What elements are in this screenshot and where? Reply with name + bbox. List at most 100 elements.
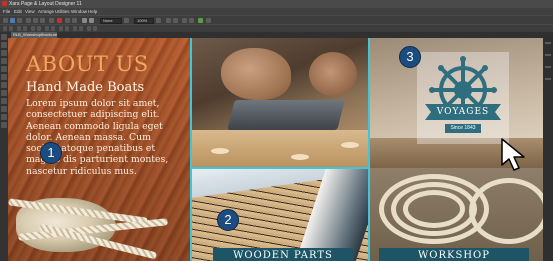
preview-icon[interactable] (198, 18, 203, 23)
logo-name: VOYAGES (436, 107, 490, 117)
gallery-tab[interactable] (545, 54, 551, 56)
workshop-caption[interactable]: WORKSHOP (379, 248, 529, 261)
workshop-label: WORKSHOP (418, 250, 490, 261)
rope-coil (469, 178, 543, 244)
gallery-tab[interactable] (545, 78, 551, 80)
body-line: consectetuer adipiscing elit. (26, 109, 160, 121)
callout-number: 2 (224, 212, 232, 227)
freehand-tool-icon[interactable] (1, 50, 7, 56)
width-icon[interactable] (87, 26, 91, 31)
transparency-tool-icon[interactable] (1, 90, 7, 96)
undo-icon[interactable] (82, 18, 87, 23)
gallery-tab[interactable] (545, 66, 551, 68)
height-icon[interactable] (93, 26, 97, 31)
zoom-in-icon[interactable] (166, 18, 171, 23)
bring-front-icon[interactable] (31, 26, 35, 31)
about-panel[interactable]: ABOUT US Hand Made Boats Lorem ipsum dol… (8, 38, 191, 261)
wooden-parts-caption[interactable]: WOODEN PARTS (213, 248, 353, 261)
menu-file[interactable]: File (3, 8, 10, 15)
copy-icon[interactable] (65, 18, 70, 23)
body-line: nascetur ridiculus mus. (26, 165, 137, 177)
redo-icon[interactable] (89, 18, 94, 23)
about-subheading[interactable]: Hand Made Boats (26, 80, 144, 95)
about-heading[interactable]: ABOUT US (26, 52, 149, 76)
fill-tool-icon[interactable] (1, 82, 7, 88)
node-tool-icon[interactable] (1, 42, 7, 48)
menu-arrange[interactable]: Arrange (38, 8, 54, 15)
flip-v-icon[interactable] (23, 26, 27, 31)
callout-badge: 3 (399, 46, 421, 68)
rope-coil-photo[interactable]: WORKSHOP (369, 168, 543, 261)
wood-shaving (341, 142, 359, 148)
wood-shaving (291, 154, 309, 160)
menu-edit[interactable]: Edit (14, 8, 22, 15)
planing-photo[interactable] (191, 38, 369, 168)
y-position-icon[interactable] (79, 26, 83, 31)
right-hand (309, 52, 357, 96)
selector-tool-icon[interactable] (1, 34, 7, 40)
gallery-tab[interactable] (545, 42, 551, 44)
align-icon[interactable] (59, 26, 63, 31)
menu-window[interactable]: Window (71, 8, 87, 15)
zoom-chevron-icon[interactable] (156, 18, 161, 23)
callout-badge: 1 (40, 142, 62, 164)
text-tool-icon[interactable] (1, 58, 7, 64)
send-back-icon[interactable] (37, 26, 41, 31)
paste-icon[interactable] (72, 18, 77, 23)
x-position-icon[interactable] (73, 26, 77, 31)
menu-bar: File Edit View Arrange Utilities Window … (0, 8, 553, 15)
rotate-mode-icon[interactable] (9, 26, 13, 31)
menu-utilities[interactable]: Utilities (55, 8, 70, 15)
guide-line[interactable] (190, 38, 192, 261)
save-icon[interactable] (17, 18, 22, 23)
document-canvas[interactable]: ABOUT US Hand Made Boats Lorem ipsum dol… (8, 38, 543, 261)
body-line: Lorem ipsum dolor sit amet, (26, 98, 160, 109)
grid-icon[interactable] (189, 18, 194, 23)
ungroup-icon[interactable] (51, 26, 55, 31)
zoom-out-icon[interactable] (173, 18, 178, 23)
hand-plane (227, 100, 345, 130)
app-logo-icon (2, 1, 7, 6)
open-icon[interactable] (10, 18, 15, 23)
menu-help[interactable]: Help (88, 8, 97, 15)
rectangle-tool-icon[interactable] (1, 66, 7, 72)
export-icon[interactable] (33, 18, 38, 23)
ellipse-tool-icon[interactable] (1, 74, 7, 80)
menu-view[interactable]: View (25, 8, 35, 15)
wooden-parts-label: WOODEN PARTS (233, 250, 333, 261)
import-icon[interactable] (26, 18, 31, 23)
title-bar: Xara Page & Layout Designer 11 (0, 0, 553, 8)
window-title: Xara Page & Layout Designer 11 (9, 1, 82, 7)
mouse-pointer-icon (501, 138, 525, 171)
shadow-tool-icon[interactable] (1, 98, 7, 104)
about-body-text[interactable]: Lorem ipsum dolor sit amet, consectetuer… (26, 98, 186, 177)
callout-number: 1 (47, 145, 55, 160)
vertical-scrollbar[interactable] (543, 38, 553, 261)
body-line: Aenean commodo ligula eget (26, 120, 163, 132)
callout-badge: 2 (217, 209, 239, 231)
rope-coil (403, 190, 465, 228)
tool-panel (0, 32, 8, 261)
push-tool-icon[interactable] (1, 122, 7, 128)
photo-tool-icon[interactable] (1, 106, 7, 112)
logo-tagline: Since 1843 (450, 125, 476, 131)
print-icon[interactable] (40, 18, 45, 23)
callout-number: 3 (406, 49, 414, 64)
lock-icon[interactable] (65, 26, 69, 31)
flip-h-icon[interactable] (17, 26, 21, 31)
new-icon[interactable] (3, 18, 8, 23)
group-icon[interactable] (45, 26, 49, 31)
cut-icon[interactable] (49, 18, 54, 23)
snap-icon[interactable] (182, 18, 187, 23)
left-hand (221, 48, 291, 100)
zoom-tool-icon[interactable] (1, 114, 7, 120)
publish-icon[interactable] (206, 18, 211, 23)
chevron-down-icon[interactable] (124, 18, 129, 23)
zoom-value: 100% (137, 18, 148, 23)
guide-line[interactable] (191, 167, 369, 169)
delete-icon[interactable] (57, 18, 62, 23)
wood-shaving (211, 148, 229, 154)
select-mode-icon[interactable] (3, 26, 7, 31)
voyages-logo[interactable]: VOYAGES Since 1843 (417, 52, 509, 144)
guide-line[interactable] (368, 38, 370, 261)
